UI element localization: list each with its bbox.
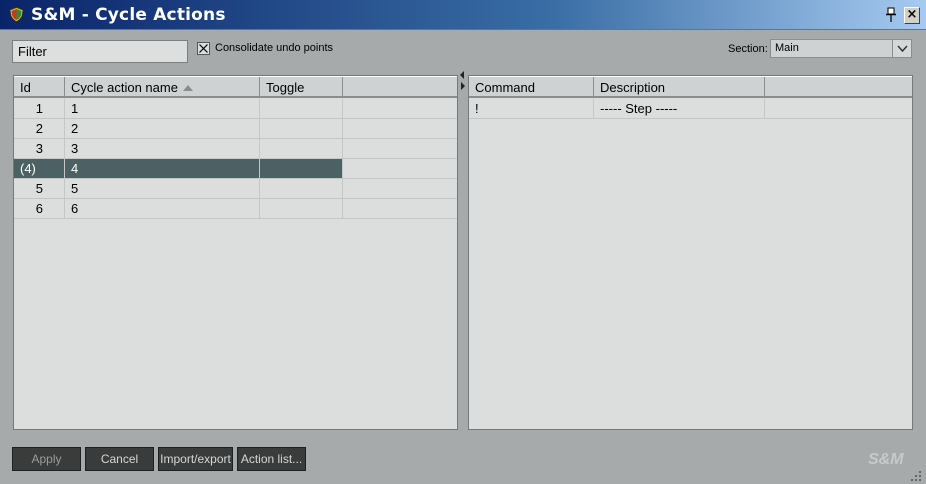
column-header-command[interactable]: Command bbox=[469, 77, 594, 97]
row-id: 2 bbox=[14, 119, 65, 138]
row-command: ! bbox=[469, 99, 594, 118]
cycle-actions-header: Id Cycle action name Toggle bbox=[14, 76, 457, 98]
column-header-description-label: Description bbox=[600, 80, 666, 95]
row-name: 5 bbox=[65, 179, 260, 198]
row-name: 3 bbox=[65, 139, 260, 158]
close-icon: × bbox=[906, 7, 918, 22]
commands-list[interactable]: Command Description ! ----- Step ----- bbox=[468, 75, 913, 430]
checkbox-check-icon bbox=[199, 44, 208, 53]
column-header-id-label: Id bbox=[20, 80, 31, 95]
table-row[interactable]: 2 2 bbox=[14, 119, 457, 139]
action-list-button[interactable]: Action list... bbox=[237, 447, 306, 471]
table-row[interactable]: 1 1 bbox=[14, 99, 457, 119]
cycle-actions-list[interactable]: Id Cycle action name Toggle 1 1 2 2 3 3 … bbox=[13, 75, 458, 430]
row-id: 6 bbox=[14, 199, 65, 218]
panel-splitter[interactable] bbox=[458, 70, 468, 432]
row-name: 4 bbox=[65, 159, 260, 178]
row-id: 1 bbox=[14, 99, 65, 118]
resize-grip-icon[interactable] bbox=[910, 470, 922, 482]
pin-icon[interactable] bbox=[883, 7, 899, 23]
column-header-name[interactable]: Cycle action name bbox=[65, 77, 260, 97]
apply-button[interactable]: Apply bbox=[12, 447, 81, 471]
column-header-toggle[interactable]: Toggle bbox=[260, 77, 343, 97]
sm-logo: S&M bbox=[868, 451, 904, 468]
section-dropdown-arrow[interactable] bbox=[892, 40, 911, 57]
table-row[interactable]: ! ----- Step ----- bbox=[469, 99, 912, 119]
import-export-button[interactable]: Import/export bbox=[158, 447, 233, 471]
sort-ascending-icon bbox=[183, 85, 193, 91]
consolidate-undo-label: Consolidate undo points bbox=[215, 42, 334, 54]
filter-text: Filter bbox=[18, 44, 47, 59]
section-dropdown[interactable]: Main bbox=[770, 39, 912, 58]
commands-header: Command Description bbox=[469, 76, 912, 98]
title-bar: S&M - Cycle Actions × bbox=[0, 0, 926, 30]
row-name: 2 bbox=[65, 119, 260, 138]
row-name: 1 bbox=[65, 99, 260, 118]
cancel-button[interactable]: Cancel bbox=[85, 447, 154, 471]
column-header-toggle-label: Toggle bbox=[266, 80, 305, 95]
section-label: Section: bbox=[728, 43, 768, 55]
app-shield-icon bbox=[9, 7, 24, 22]
filter-input[interactable]: Filter bbox=[12, 40, 188, 63]
row-toggle bbox=[260, 99, 343, 118]
splitter-arrows-icon bbox=[460, 71, 465, 90]
table-row[interactable]: 6 6 bbox=[14, 199, 457, 219]
section-value: Main bbox=[775, 42, 799, 54]
table-row[interactable]: 3 3 bbox=[14, 139, 457, 159]
window-title: S&M - Cycle Actions bbox=[31, 5, 226, 25]
row-id: (4) bbox=[14, 159, 65, 178]
row-toggle bbox=[260, 139, 343, 158]
row-toggle bbox=[260, 159, 343, 178]
column-header-name-label: Cycle action name bbox=[71, 80, 178, 95]
table-row-selected[interactable]: (4) 4 bbox=[14, 159, 457, 179]
row-id: 5 bbox=[14, 179, 65, 198]
consolidate-undo-checkbox[interactable] bbox=[197, 42, 210, 55]
chevron-down-icon bbox=[897, 45, 908, 53]
table-row[interactable]: 5 5 bbox=[14, 179, 457, 199]
row-name: 6 bbox=[65, 199, 260, 218]
row-toggle bbox=[260, 199, 343, 218]
column-header-command-label: Command bbox=[475, 80, 535, 95]
row-description: ----- Step ----- bbox=[594, 99, 765, 118]
column-header-description[interactable]: Description bbox=[594, 77, 765, 97]
row-toggle bbox=[260, 179, 343, 198]
row-id: 3 bbox=[14, 139, 65, 158]
row-toggle bbox=[260, 119, 343, 138]
close-button[interactable]: × bbox=[904, 7, 920, 24]
column-header-id[interactable]: Id bbox=[14, 77, 65, 97]
